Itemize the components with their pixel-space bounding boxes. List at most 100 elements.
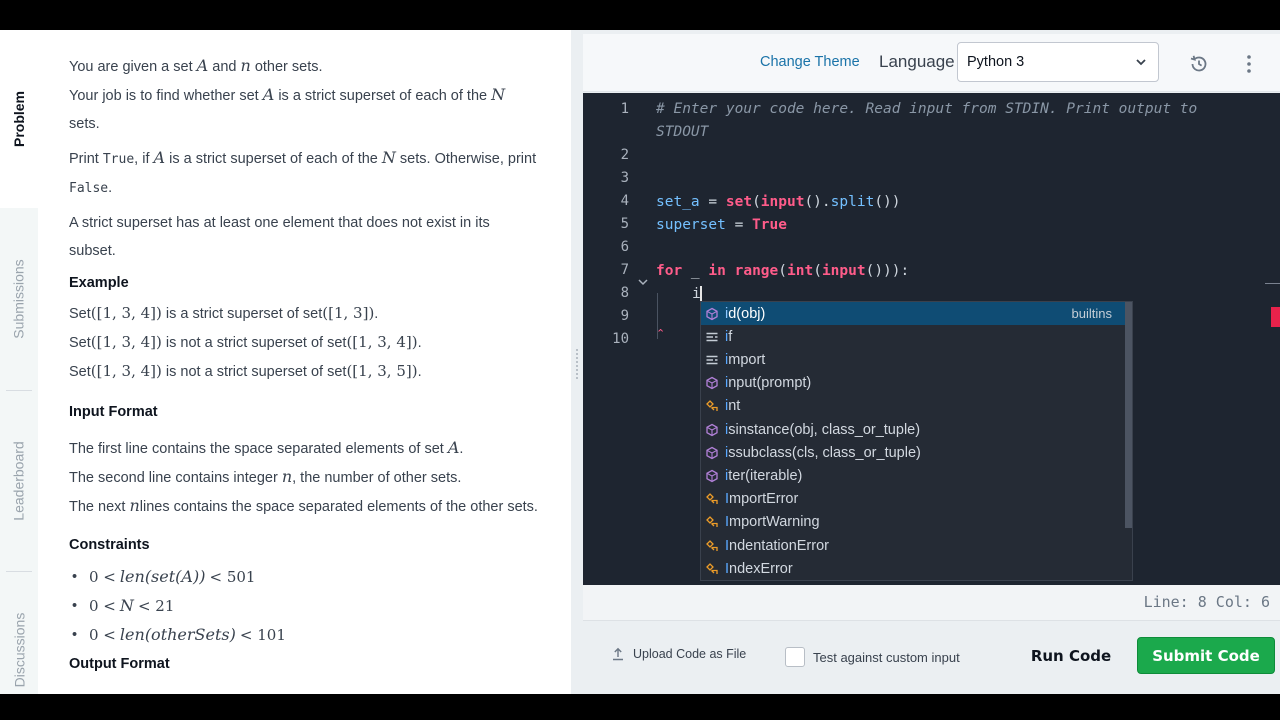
example-line: Set([1, 3, 4]) is a strict superset of s…	[69, 304, 379, 322]
example-line: Set([1, 3, 4]) is not a strict superset …	[69, 362, 422, 380]
keyword-icon	[706, 332, 718, 341]
autocomplete-detail: builtins	[1071, 306, 1112, 321]
cursor-position: Line: 8 Col: 6	[1143, 593, 1270, 611]
line-number: 10	[612, 331, 629, 347]
class-icon	[706, 400, 718, 412]
strict-text: A strict superset has at least one eleme…	[69, 215, 490, 259]
tab-leaderboard[interactable]: Leaderboard	[0, 392, 38, 570]
line-number: 4	[620, 193, 629, 209]
line-number: 6	[620, 239, 629, 255]
autocomplete-label: IndentationError	[725, 537, 829, 554]
custom-input-label: Test against custom input	[813, 649, 960, 665]
error-marker: ⌃	[656, 327, 666, 340]
autocomplete-item[interactable]: input(prompt)	[701, 372, 1125, 395]
input-format-line: The first line contains the space separa…	[69, 438, 464, 457]
code-line-5: superset = True	[656, 217, 787, 233]
submit-code-button[interactable]: Submit Code	[1137, 637, 1275, 674]
constraints-list: 0 < len(set(A)) < 5010 < N < 210 < len(o…	[69, 563, 539, 650]
code-editor[interactable]: 1 2 3 4 5 6 7 8 9 10 # Enter your code here. Read…	[583, 93, 1280, 585]
class-icon	[706, 516, 718, 528]
editor-toolbar: Change Theme Language Python 3	[583, 34, 1280, 92]
language-label: Language	[879, 52, 955, 71]
language-select[interactable]: Python 3	[957, 42, 1159, 82]
challenge-page: Problem Submissions Leaderboard Discussi…	[0, 30, 1280, 694]
line-number: 9	[620, 308, 629, 324]
autocomplete-item[interactable]: if	[701, 325, 1125, 348]
run-code-button[interactable]: Run Code	[1016, 637, 1126, 674]
custom-input-toggle[interactable]: Test against custom input	[785, 647, 960, 667]
editor-pane: Change Theme Language Python 3 1 2 3 4 5 6 7 8 9…	[583, 30, 1280, 694]
constraints-heading: Constraints	[69, 537, 150, 553]
vertical-tab-bar: Problem Submissions Leaderboard Discussi…	[0, 30, 38, 694]
constraint-item: 0 < len(otherSets) < 101	[69, 621, 539, 650]
print-text: Print True, if A is a strict superset of…	[69, 148, 537, 196]
autocomplete-label: import	[725, 351, 766, 368]
intro-text: You are given a set A and n other sets.	[69, 56, 323, 75]
line-number: 7	[620, 262, 629, 278]
autocomplete-label: issubclass(cls, class_or_tuple)	[725, 444, 921, 461]
tab-problem[interactable]: Problem	[0, 30, 38, 208]
autocomplete-item[interactable]: isinstance(obj, class_or_tuple)	[701, 418, 1125, 441]
tab-divider	[6, 390, 32, 391]
change-theme-link[interactable]: Change Theme	[760, 54, 860, 70]
constraint-item: 0 < N < 21	[69, 592, 539, 621]
autocomplete-label: isinstance(obj, class_or_tuple)	[725, 421, 921, 438]
autocomplete-label: ImportWarning	[725, 514, 820, 531]
autocomplete-label: if	[725, 328, 733, 345]
autocomplete-label: IndexError	[725, 560, 793, 577]
autocomplete-item[interactable]: int	[701, 395, 1125, 418]
code-line-7: for _ in range(int(input())):	[656, 263, 910, 279]
chevron-down-icon	[1136, 59, 1146, 66]
constraint-item: 0 < len(set(A)) < 501	[69, 563, 539, 592]
input-format-line: The next nlines contains the space separ…	[69, 496, 538, 515]
autocomplete-item[interactable]: IndexError	[701, 557, 1125, 580]
upload-code-button[interactable]: Upload Code as File	[612, 647, 746, 661]
autocomplete-label: int	[725, 398, 741, 415]
autocomplete-item[interactable]: ImportWarning	[701, 511, 1125, 534]
job-text: Your job is to find whether set A is a s…	[69, 85, 506, 132]
tab-divider	[6, 571, 32, 572]
method-icon	[706, 423, 718, 436]
autocomplete-item[interactable]: id(obj) builtins	[701, 302, 1125, 325]
tab-problem-label: Problem	[11, 90, 28, 148]
input-format-list: The first line contains the space separa…	[69, 434, 539, 521]
autocomplete-scrollbar[interactable]	[1125, 302, 1132, 528]
autocomplete-item[interactable]: iter(iterable)	[701, 464, 1125, 487]
tab-leaderboard-label: Leaderboard	[11, 441, 27, 521]
scrollbar-marker	[1265, 283, 1280, 284]
line-number: 2	[620, 147, 629, 163]
line-number: 8	[620, 285, 629, 301]
autocomplete-label: id(obj)	[725, 305, 766, 322]
bottom-black-bar	[0, 694, 1280, 720]
method-icon	[706, 307, 718, 320]
history-icon[interactable]	[1188, 53, 1210, 75]
autocomplete-label: ImportError	[725, 491, 799, 508]
example-line: Set([1, 3, 4]) is not a strict superset …	[69, 333, 422, 351]
method-icon	[706, 469, 718, 483]
autocomplete-item[interactable]: IndentationError	[701, 534, 1125, 557]
language-value: Python 3	[967, 54, 1025, 70]
editor-status-bar: Line: 8 Col: 6	[583, 585, 1280, 621]
autocomplete-item[interactable]: issubclass(cls, class_or_tuple)	[701, 441, 1125, 464]
upload-icon	[613, 647, 623, 661]
class-icon	[706, 562, 718, 574]
error-scroll-marker	[1271, 307, 1280, 327]
code-line-4: set_a = set(input().split())	[656, 194, 901, 210]
example-list: Set([1, 3, 4]) is a strict superset of s…	[69, 299, 539, 386]
top-black-bar	[0, 0, 1280, 30]
autocomplete-item[interactable]: import	[701, 348, 1125, 371]
method-icon	[706, 446, 718, 459]
output-format-heading: Output Format	[69, 656, 170, 672]
more-vertical-icon[interactable]	[1243, 53, 1255, 75]
autocomplete-item[interactable]: ImportError	[701, 488, 1125, 511]
editor-actions: Upload Code as File Test against custom …	[583, 621, 1280, 694]
fold-chevron-icon[interactable]	[637, 276, 649, 288]
tab-discussions[interactable]: Discussions	[0, 575, 38, 694]
example-heading: Example	[69, 275, 129, 291]
tab-submissions[interactable]: Submissions	[0, 208, 38, 390]
tab-discussions-label: Discussions	[11, 612, 28, 688]
autocomplete-popup: id(obj) builtins if import input(prompt) int i…	[700, 301, 1133, 581]
autocomplete-label: iter(iterable)	[725, 467, 803, 484]
custom-input-checkbox[interactable]	[785, 647, 805, 667]
pane-resize-handle[interactable]	[571, 30, 583, 694]
